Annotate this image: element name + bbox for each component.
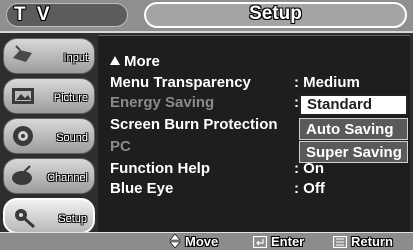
menu-item-pc: PC: [110, 138, 131, 155]
sidebar-item-label: Setup: [58, 213, 87, 225]
energy-saving-dropdown: Standard Auto Saving Super Saving: [299, 92, 409, 164]
enter-label: Enter: [271, 234, 305, 249]
menu-item-blue-eye[interactable]: Blue Eye: [110, 180, 173, 198]
sidebar-nav: Input Picture Sound Channel Setup: [3, 38, 95, 234]
sidebar-item-label: Input: [63, 52, 88, 64]
tv-label: T V: [14, 4, 53, 25]
up-arrow-icon: [110, 56, 120, 65]
setup-menu: More Menu Transparency : Medium Energy S…: [98, 35, 410, 233]
title-bar: T V Setup: [0, 0, 413, 33]
sidebar-item-sound[interactable]: Sound: [3, 118, 95, 154]
blue-eye-value: : Off: [294, 180, 325, 197]
tv-osd-screen: T V Setup Input Picture Sound Channel Se…: [0, 0, 413, 250]
move-hint: Move: [169, 234, 218, 250]
footer-bar: Move Enter Return: [0, 232, 413, 250]
enter-hint: Enter: [253, 234, 304, 250]
enter-icon: [253, 236, 267, 248]
dropdown-option-standard[interactable]: Standard: [299, 94, 408, 116]
more-item[interactable]: More: [110, 53, 160, 71]
sidebar-item-channel[interactable]: Channel: [3, 158, 95, 194]
channel-icon: [12, 165, 32, 185]
move-label: Move: [185, 234, 219, 249]
dropdown-option-auto-saving[interactable]: Auto Saving: [299, 118, 408, 140]
page-title: Setup: [249, 3, 302, 24]
input-icon: [13, 45, 32, 62]
sidebar-item-input[interactable]: Input: [3, 38, 95, 74]
dropdown-option-super-saving[interactable]: Super Saving: [299, 141, 408, 163]
return-icon: [333, 236, 347, 248]
more-label: More: [124, 53, 160, 70]
return-hint: Return: [333, 234, 393, 250]
menu-transparency-value: : Medium: [294, 74, 360, 91]
sidebar-item-picture[interactable]: Picture: [3, 78, 95, 114]
menu-item-function-help[interactable]: Function Help: [110, 160, 210, 178]
setup-icon: [15, 209, 35, 229]
menu-item-menu-transparency[interactable]: Menu Transparency: [110, 74, 251, 92]
sidebar-item-label: Channel: [47, 172, 88, 184]
menu-item-energy-saving[interactable]: Energy Saving: [110, 94, 214, 112]
sidebar-item-setup[interactable]: Setup: [3, 198, 95, 234]
sound-icon: [13, 126, 33, 146]
sidebar-item-label: Picture: [53, 92, 88, 104]
up-down-arrow-icon: [169, 234, 181, 248]
sidebar-item-label: Sound: [56, 132, 88, 144]
return-label: Return: [351, 234, 393, 249]
picture-icon: [12, 88, 34, 104]
menu-item-screen-burn-protection[interactable]: Screen Burn Protection: [110, 116, 278, 134]
